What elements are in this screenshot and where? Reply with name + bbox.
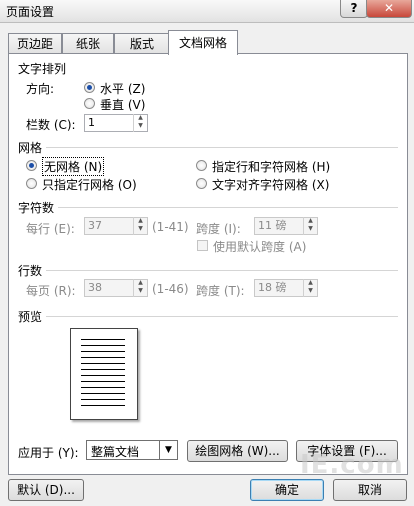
lines-header: 行数 bbox=[18, 264, 43, 278]
characters-header: 字符数 bbox=[18, 201, 55, 215]
horizontal-radio[interactable] bbox=[84, 82, 95, 93]
chars-per-line-range: (1-41) bbox=[152, 220, 189, 234]
chars-per-line-spinner[interactable]: ▲ ▼ bbox=[133, 217, 147, 235]
drawing-grid-button[interactable]: 绘图网格 (W)... bbox=[187, 440, 288, 462]
preview-line bbox=[81, 387, 125, 388]
line-grid-only-radio[interactable] bbox=[26, 178, 37, 189]
lines-per-page-spinner[interactable]: ▲ ▼ bbox=[133, 279, 147, 297]
columns-value: 1 bbox=[88, 116, 95, 129]
grid-divider bbox=[46, 147, 398, 148]
chevron-down-icon: ▼ bbox=[159, 441, 177, 459]
line-pitch-value: 18 磅 bbox=[258, 281, 287, 294]
columns-label: 栏数 (C): bbox=[26, 118, 76, 132]
tab-margins[interactable]: 页边距 bbox=[8, 33, 62, 54]
preview-line bbox=[81, 357, 125, 358]
watermark-logo: IE.com bbox=[300, 450, 404, 480]
preview-line bbox=[81, 375, 125, 376]
cancel-button[interactable]: 取消 bbox=[333, 479, 407, 501]
preview-line bbox=[81, 345, 125, 346]
no-grid-label: 无网格 (N) bbox=[42, 157, 105, 176]
line-pitch-label: 跨度 (T): bbox=[196, 284, 245, 298]
char-pitch-value: 11 磅 bbox=[258, 219, 287, 232]
chars-per-line-label: 每行 (E): bbox=[26, 222, 75, 236]
line-and-char-grid-radio[interactable] bbox=[196, 160, 207, 171]
apply-to-select[interactable]: 整篇文档 ▼ bbox=[86, 440, 178, 460]
apply-to-value: 整篇文档 bbox=[91, 445, 140, 459]
preview-divider bbox=[46, 316, 398, 317]
preview-line bbox=[81, 393, 125, 394]
apply-to-label: 应用于 (Y): bbox=[18, 446, 79, 460]
preview-line bbox=[81, 339, 125, 340]
preview-header: 预览 bbox=[18, 310, 43, 324]
characters-divider bbox=[58, 207, 398, 208]
tab-document-grid[interactable]: 文档网格 bbox=[168, 30, 238, 55]
line-and-char-grid-label: 指定行和字符网格 (H) bbox=[212, 160, 331, 174]
preview-line bbox=[81, 363, 125, 364]
vertical-radio[interactable] bbox=[84, 98, 95, 109]
preview-line bbox=[81, 405, 125, 406]
grid-header: 网格 bbox=[18, 141, 43, 155]
page-preview bbox=[70, 328, 138, 420]
columns-spinner[interactable]: ▲ ▼ bbox=[133, 114, 147, 132]
char-pitch-spinner[interactable]: ▲ ▼ bbox=[303, 217, 317, 235]
tab-layout[interactable]: 版式 bbox=[114, 33, 170, 54]
lines-per-page-value: 38 bbox=[88, 281, 102, 294]
chars-per-line-value: 37 bbox=[88, 219, 102, 232]
orientation-label: 方向: bbox=[26, 82, 55, 96]
use-default-pitch-checkbox[interactable] bbox=[197, 240, 208, 251]
vertical-label: 垂直 (V) bbox=[100, 98, 146, 112]
text-direction-header: 文字排列 bbox=[18, 62, 67, 76]
window-title: 页面设置 bbox=[6, 5, 55, 19]
preview-line bbox=[81, 369, 125, 370]
default-button[interactable]: 默认 (D)... bbox=[8, 479, 84, 501]
use-default-pitch-label: 使用默认跨度 (A) bbox=[213, 240, 307, 254]
preview-line bbox=[81, 399, 125, 400]
lines-per-page-label: 每页 (R): bbox=[26, 284, 76, 298]
char-pitch-label: 跨度 (I): bbox=[196, 222, 241, 236]
lines-per-page-range: (1-46) bbox=[152, 282, 189, 296]
ok-button[interactable]: 确定 bbox=[250, 479, 324, 501]
no-grid-radio[interactable] bbox=[26, 160, 37, 171]
snap-to-char-grid-label: 文字对齐字符网格 (X) bbox=[212, 178, 330, 192]
preview-line bbox=[81, 381, 125, 382]
line-pitch-spinner[interactable]: ▲ ▼ bbox=[303, 279, 317, 297]
horizontal-label: 水平 (Z) bbox=[100, 82, 146, 96]
preview-line bbox=[81, 351, 125, 352]
lines-divider bbox=[46, 270, 398, 271]
line-grid-only-label: 只指定行网格 (O) bbox=[42, 178, 137, 192]
close-button[interactable]: ✕ bbox=[366, 0, 412, 18]
help-button[interactable]: ? bbox=[340, 0, 368, 18]
tab-paper[interactable]: 纸张 bbox=[62, 33, 114, 54]
snap-to-char-grid-radio[interactable] bbox=[196, 178, 207, 189]
